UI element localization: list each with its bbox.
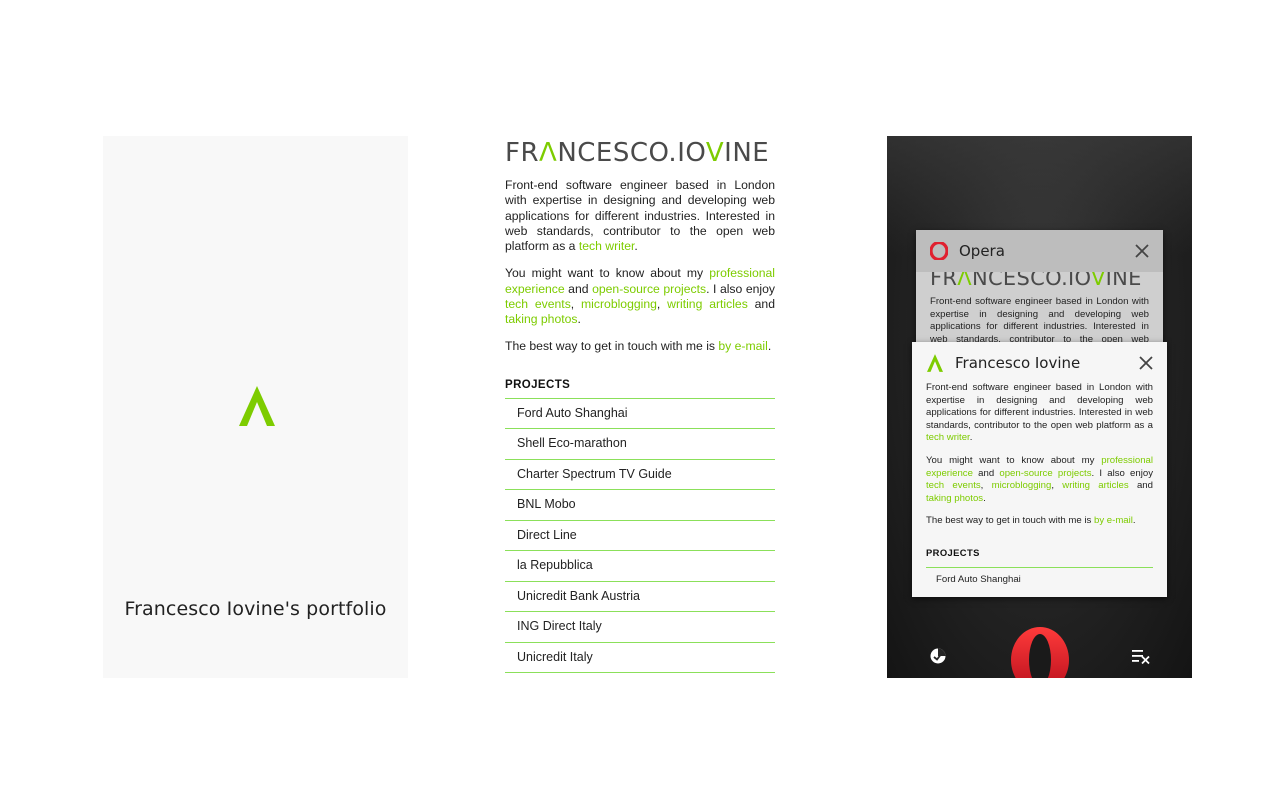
opera-icon [929, 241, 949, 261]
bio-preview: Front-end software engineer based in Lon… [926, 382, 1153, 528]
brand-part: INE [724, 138, 770, 168]
open-source-projects-link[interactable]: open-source projects [592, 282, 706, 296]
brand-part: NCESCO.IO [557, 138, 706, 168]
bio-text: Front-end software engineer based in Lon… [505, 178, 775, 253]
bio-text: , [980, 480, 992, 492]
projects-heading: PROJECTS [505, 378, 571, 391]
tech-writer-link: tech writer [926, 432, 970, 444]
bio-text: . [767, 339, 772, 354]
open-source-projects-link: open-source projects [999, 467, 1092, 479]
tabs-icon[interactable] [929, 647, 947, 665]
email-link: by e-mail [1093, 515, 1133, 527]
tech-writer-link[interactable]: tech writer [579, 239, 635, 253]
splash-screen: Francesco Iovine's portfolio [103, 136, 408, 678]
project-item[interactable]: Direct Line [505, 521, 775, 551]
tab-card-opera[interactable]: Opera FRΛNCESCO.IOVINE Front-end softwar… [916, 230, 1163, 360]
bio-paragraph: Front-end software engineer based in Lon… [926, 382, 1153, 445]
project-item[interactable]: Unicredit Bank Austria [505, 582, 775, 612]
lambda-logo-icon [925, 353, 945, 373]
tab-title: Opera [959, 242, 1005, 260]
project-item[interactable]: Ford Auto Shanghai [505, 399, 775, 429]
bio-text: . [634, 239, 638, 253]
project-list-preview: Ford Auto Shanghai [926, 566, 1153, 592]
bio-text: and [564, 281, 593, 296]
bio-text: and [972, 467, 1000, 479]
bio-text: . [1132, 515, 1136, 527]
bio-text: and [747, 296, 775, 311]
bio-text: , [656, 296, 668, 311]
bio-paragraph: The best way to get in touch with me is … [505, 339, 775, 354]
homepage-screen: FRΛNCESCO.IOVINE Front-end software engi… [505, 136, 775, 678]
lambda-logo-icon [239, 386, 275, 426]
bio-text: . [969, 432, 973, 444]
bio-text: The best way to get in touch with me is [926, 515, 1094, 527]
tab-card-francesco-iovine[interactable]: Francesco Iovine Front-end software engi… [912, 342, 1167, 597]
tab-preview: Front-end software engineer based in Lon… [912, 382, 1167, 592]
project-item[interactable]: la Repubblica [505, 551, 775, 582]
bio-text: , [1051, 480, 1063, 492]
project-item[interactable]: ING Direct Italy [505, 612, 775, 643]
bio-paragraph: The best way to get in touch with me is … [926, 515, 1153, 528]
brand-part: FR [505, 138, 540, 168]
writing-articles-link[interactable]: writing articles [667, 297, 748, 311]
tab-card-header: Opera [916, 230, 1163, 272]
project-item[interactable]: Charter Spectrum TV Guide [505, 460, 775, 490]
opera-icon[interactable] [1005, 626, 1075, 678]
brand-accent: V [705, 138, 725, 168]
bio-text: You might want to know about my [505, 266, 710, 281]
brand-accent: Λ [539, 138, 558, 168]
bio-paragraph: You might want to know about my professi… [505, 266, 775, 327]
bio-text: . I also enjoy [706, 281, 775, 296]
clear-tabs-icon[interactable] [1131, 647, 1151, 665]
close-icon[interactable] [1137, 354, 1155, 372]
bio-text: . I also enjoy [1091, 467, 1154, 479]
taking-photos-link[interactable]: taking photos [505, 312, 578, 326]
bio-text: , [570, 296, 582, 311]
close-icon[interactable] [1133, 242, 1151, 260]
project-item: Ford Auto Shanghai [936, 573, 1021, 585]
bio: Front-end software engineer based in Lon… [505, 178, 775, 355]
bio-text: You might want to know about my [926, 454, 1102, 466]
tab-title: Francesco Iovine [955, 354, 1081, 372]
bio-text: . [577, 312, 581, 326]
projects-heading: PROJECTS [926, 546, 980, 558]
bio-text: The best way to get in touch with me is [505, 339, 719, 354]
project-item[interactable]: Unicredit Italy [505, 643, 775, 673]
taking-photos-link: taking photos [926, 492, 984, 504]
site-brand[interactable]: FRΛNCESCO.IOVINE [505, 137, 775, 169]
microblogging-link: microblogging [991, 480, 1052, 492]
tech-events-link: tech events [926, 480, 981, 492]
bio-paragraph: Front-end software engineer based in Lon… [505, 178, 775, 254]
project-item[interactable]: BNL Mobo [505, 490, 775, 521]
splash-title: Francesco Iovine's portfolio [124, 598, 387, 620]
bio-text: . [983, 492, 986, 504]
tab-card-header: Francesco Iovine [912, 342, 1167, 384]
bio-text: Front-end software engineer based in Lon… [926, 382, 1153, 431]
bio-text: and [1128, 480, 1153, 492]
writing-articles-link: writing articles [1062, 480, 1129, 492]
bio-paragraph: You might want to know about my professi… [926, 455, 1153, 505]
microblogging-link[interactable]: microblogging [581, 297, 657, 311]
project-item[interactable]: Shell Eco-marathon [505, 429, 775, 460]
project-list: Ford Auto Shanghai Shell Eco-marathon Ch… [505, 397, 775, 673]
tech-events-link[interactable]: tech events [505, 297, 571, 311]
email-link[interactable]: by e-mail [718, 339, 767, 353]
tab-switcher-screen: Opera FRΛNCESCO.IOVINE Front-end softwar… [887, 136, 1192, 678]
